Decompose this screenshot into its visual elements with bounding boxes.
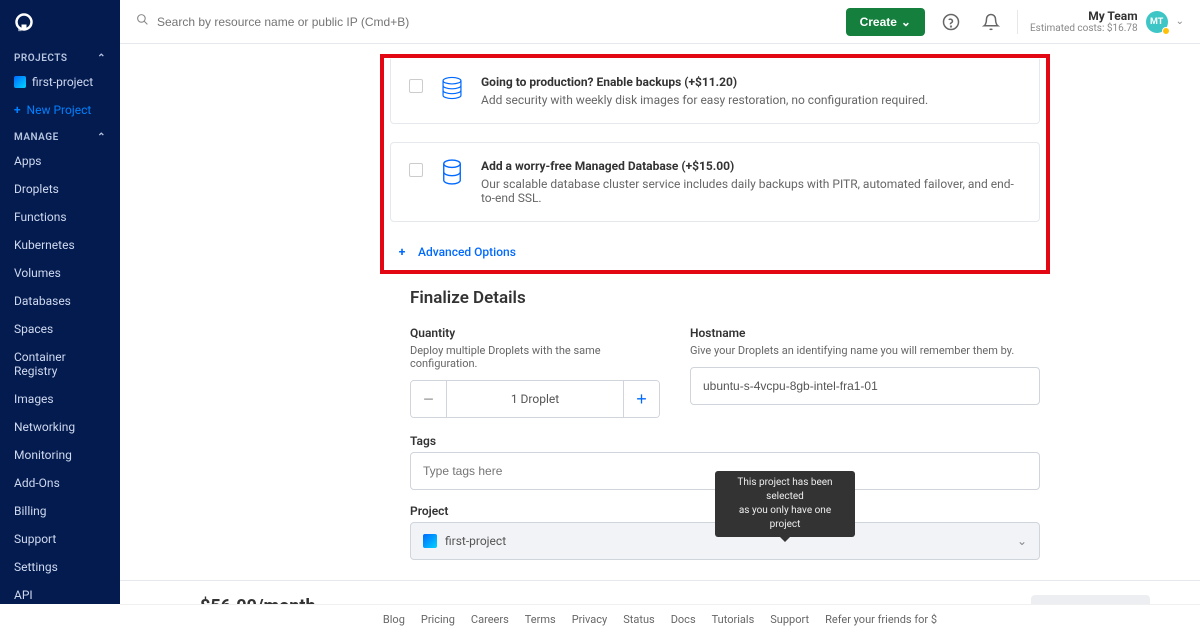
logo[interactable] [0, 0, 120, 45]
db-title: Add a worry-free Managed Database (+$15.… [481, 159, 1021, 173]
advanced-options-label: Advanced Options [418, 245, 516, 259]
sidebar-item-databases[interactable]: Databases [0, 287, 120, 315]
backup-desc: Add security with weekly disk images for… [481, 93, 928, 107]
team-cost: Estimated costs: $16.78 [1030, 23, 1138, 34]
manage-header[interactable]: MANAGE ⌃ [0, 124, 120, 147]
footer-link-terms[interactable]: Terms [525, 613, 556, 626]
manage-label: MANAGE [14, 132, 59, 143]
new-project-label: New Project [27, 103, 92, 117]
sidebar: PROJECTS ⌃ first-project + New Project M… [0, 0, 120, 604]
project-icon [14, 76, 26, 88]
sidebar-item-spaces[interactable]: Spaces [0, 315, 120, 343]
footer-link-tutorials[interactable]: Tutorials [712, 613, 755, 626]
avatar-badge [1162, 27, 1170, 35]
team-name: My Team [1030, 9, 1138, 23]
sidebar-item-apps[interactable]: Apps [0, 147, 120, 175]
quantity-decrement[interactable]: − [411, 381, 447, 417]
backup-title: Going to production? Enable backups (+$1… [481, 75, 928, 89]
chevron-down-icon: ⌄ [1176, 16, 1184, 27]
hostname-hint: Give your Droplets an identifying name y… [690, 344, 1040, 357]
topbar: Create ⌄ My Team Estimated costs: $16.78… [120, 0, 1200, 44]
create-droplet-button[interactable]: Create Droplet [1031, 595, 1150, 604]
disk-stack-icon [439, 75, 465, 101]
sidebar-item-container-registry[interactable]: Container Registry [0, 343, 120, 385]
hostname-label: Hostname [690, 326, 1040, 340]
projects-label: PROJECTS [14, 53, 67, 64]
divider [1017, 10, 1018, 34]
sidebar-item-add-ons[interactable]: Add-Ons [0, 469, 120, 497]
sidebar-item-first-project[interactable]: first-project [0, 68, 120, 96]
finalize-heading: Finalize Details [410, 288, 1040, 308]
footer-link-docs[interactable]: Docs [671, 613, 696, 626]
finalize-section: Finalize Details Quantity Deploy multipl… [120, 288, 1200, 560]
project-icon [423, 534, 437, 548]
search-icon [136, 13, 149, 30]
tooltip-line1: This project has been selected [737, 477, 832, 502]
database-icon [439, 159, 465, 185]
chevron-up-icon: ⌃ [97, 53, 106, 64]
footer-link-privacy[interactable]: Privacy [572, 613, 608, 626]
tags-label: Tags [410, 434, 1040, 448]
plus-icon: + [394, 244, 410, 260]
backup-option-card[interactable]: Going to production? Enable backups (+$1… [390, 59, 1040, 124]
sidebar-item-support[interactable]: Support [0, 525, 120, 553]
chevron-down-icon: ⌄ [901, 15, 911, 29]
database-checkbox[interactable] [409, 163, 423, 177]
projects-header[interactable]: PROJECTS ⌃ [0, 45, 120, 68]
tooltip-line2: as you only have one project [739, 505, 831, 530]
footer-link-careers[interactable]: Careers [471, 613, 509, 626]
help-button[interactable] [937, 8, 965, 36]
sidebar-item-functions[interactable]: Functions [0, 203, 120, 231]
chevron-down-icon: ⌄ [1017, 534, 1027, 548]
project-name: first-project [32, 75, 93, 89]
search-input[interactable] [157, 15, 834, 29]
footer-link-status[interactable]: Status [623, 613, 654, 626]
footer-link-support[interactable]: Support [770, 613, 809, 626]
sidebar-item-images[interactable]: Images [0, 385, 120, 413]
database-option-card[interactable]: Add a worry-free Managed Database (+$15.… [390, 142, 1040, 222]
sidebar-item-kubernetes[interactable]: Kubernetes [0, 231, 120, 259]
footer-link-refer[interactable]: Refer your friends for $ [825, 613, 937, 626]
notifications-button[interactable] [977, 8, 1005, 36]
search-wrap [136, 13, 834, 30]
pricing-footer: $56.00/month $0.083/hour CREATE VIA COMM… [120, 580, 1200, 604]
quantity-increment[interactable]: + [623, 381, 659, 417]
avatar-initials: MT [1150, 17, 1163, 27]
sidebar-item-networking[interactable]: Networking [0, 413, 120, 441]
team-block[interactable]: My Team Estimated costs: $16.78 MT ⌄ [1030, 9, 1184, 34]
create-label: Create [860, 15, 897, 29]
footer-links: Blog Pricing Careers Terms Privacy Status Docs… [120, 604, 1200, 634]
sidebar-item-settings[interactable]: Settings [0, 553, 120, 581]
footer-link-pricing[interactable]: Pricing [421, 613, 455, 626]
recommended-options-box: Going to production? Enable backups (+$1… [380, 54, 1050, 274]
sidebar-item-volumes[interactable]: Volumes [0, 259, 120, 287]
sidebar-item-droplets[interactable]: Droplets [0, 175, 120, 203]
sidebar-item-monitoring[interactable]: Monitoring [0, 441, 120, 469]
footer-link-blog[interactable]: Blog [383, 613, 405, 626]
quantity-label: Quantity [410, 326, 660, 340]
project-value: first-project [445, 534, 506, 548]
price-monthly: $56.00/month [200, 596, 316, 604]
project-tooltip: This project has been selected as you on… [715, 471, 855, 537]
plus-icon: + [14, 103, 21, 117]
sidebar-item-billing[interactable]: Billing [0, 497, 120, 525]
create-button[interactable]: Create ⌄ [846, 8, 925, 36]
hostname-input[interactable] [690, 367, 1040, 405]
sidebar-item-api[interactable]: API [0, 581, 120, 604]
chevron-up-icon: ⌃ [97, 132, 106, 143]
new-project-button[interactable]: + New Project [0, 96, 120, 124]
avatar[interactable]: MT [1146, 11, 1168, 33]
quantity-value: 1 Droplet [447, 381, 623, 417]
db-desc: Our scalable database cluster service in… [481, 177, 1021, 205]
quantity-stepper: − 1 Droplet + [410, 380, 660, 418]
backup-checkbox[interactable] [409, 79, 423, 93]
quantity-hint: Deploy multiple Droplets with the same c… [410, 344, 660, 370]
advanced-options-toggle[interactable]: + Advanced Options [384, 240, 1046, 264]
